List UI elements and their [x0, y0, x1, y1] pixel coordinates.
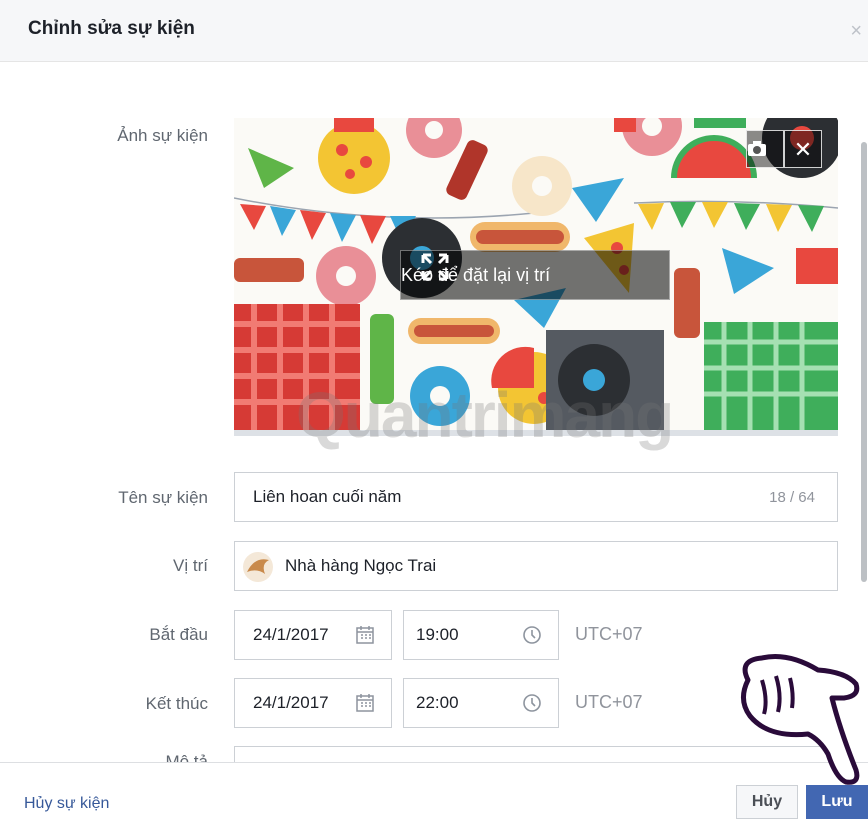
reposition-hint[interactable]: Kéo để đặt lại vị trí	[400, 250, 670, 300]
scrollbar-thumb[interactable]	[861, 142, 867, 582]
start-timezone: UTC+07	[575, 624, 643, 644]
close-icon[interactable]: ✕	[784, 130, 822, 168]
start-date-input[interactable]	[251, 624, 355, 646]
dialog-title: Chỉnh sửa sự kiện	[28, 18, 195, 39]
clock-icon	[523, 626, 541, 644]
event-photo[interactable]: ✕ Kéo để đặt lại vị trí	[234, 118, 838, 436]
start-label: Bắt đầu	[149, 625, 208, 644]
end-timezone: UTC+07	[575, 692, 643, 712]
save-button[interactable]: Lưu	[806, 785, 868, 819]
start-time-field[interactable]	[403, 610, 559, 660]
clock-icon	[523, 694, 541, 712]
pointing-hand-icon	[741, 654, 860, 785]
move-icon	[421, 253, 449, 281]
calendar-icon	[356, 694, 374, 712]
location-input[interactable]	[283, 555, 787, 577]
end-date-field[interactable]	[234, 678, 392, 728]
char-counter: 18 / 64	[769, 489, 815, 506]
end-time-field[interactable]	[403, 678, 559, 728]
calendar-icon	[356, 626, 374, 644]
photo-label: Ảnh sự kiện	[117, 126, 208, 145]
start-date-field[interactable]	[234, 610, 392, 660]
start-time-input[interactable]	[414, 624, 508, 646]
camera-icon[interactable]	[746, 130, 784, 168]
end-time-input[interactable]	[414, 692, 508, 714]
name-label: Tên sự kiện	[118, 488, 208, 507]
delete-event-link[interactable]: Hủy sự kiện	[24, 795, 109, 813]
location-label: Vị trí	[173, 556, 208, 575]
place-thumbnail-icon	[243, 552, 273, 582]
end-date-input[interactable]	[251, 692, 355, 714]
end-label: Kết thúc	[145, 694, 208, 713]
event-name-input[interactable]	[251, 486, 725, 508]
close-icon[interactable]: ×	[850, 20, 862, 43]
dialog-header: Chỉnh sửa sự kiện ×	[0, 0, 868, 62]
cancel-button[interactable]: Hủy	[736, 785, 798, 819]
location-field[interactable]	[234, 541, 838, 591]
event-name-field[interactable]: 18 / 64	[234, 472, 838, 522]
